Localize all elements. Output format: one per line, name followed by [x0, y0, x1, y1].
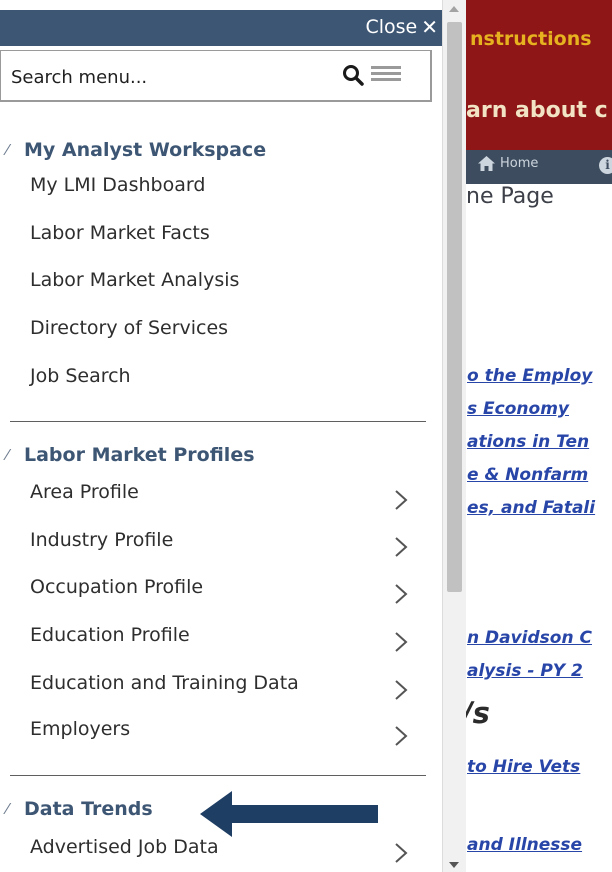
menu-item-employers[interactable]: Employers	[30, 718, 130, 740]
menu-item-occupation-profile[interactable]: Occupation Profile	[30, 576, 203, 598]
nav-home-label: Home	[500, 156, 539, 171]
scroll-up-arrow-icon[interactable]	[449, 6, 459, 12]
chevron-right-icon[interactable]	[391, 581, 411, 607]
search-input[interactable]	[11, 61, 331, 93]
scroll-thumb[interactable]	[447, 22, 462, 592]
section-heading: /s	[462, 696, 490, 730]
hamburger-icon[interactable]	[371, 66, 401, 82]
close-icon: ✕	[421, 15, 438, 39]
menu-item-education-profile[interactable]: Education Profile	[30, 624, 190, 646]
menu-item-labor-market-facts[interactable]: Labor Market Facts	[30, 222, 210, 244]
menu-item-job-search[interactable]: Job Search	[30, 365, 131, 387]
content-link[interactable]: o the Employ	[467, 366, 592, 386]
menu-item-area-profile[interactable]: Area Profile	[30, 481, 139, 503]
scroll-down-arrow-icon[interactable]	[449, 862, 459, 868]
section-data-trends[interactable]: ⁄ Data Trends	[6, 798, 153, 820]
menu-item-advertised-job-data[interactable]: Advertised Job Data	[30, 836, 219, 858]
search-box	[0, 50, 432, 102]
section-title: Labor Market Profiles	[24, 444, 255, 466]
menu-item-education-and-training-data[interactable]: Education and Training Data	[30, 672, 299, 694]
section-title: My Analyst Workspace	[24, 139, 267, 161]
banner-instructions-text[interactable]: nstructions	[470, 28, 592, 50]
content-link[interactable]: to Hire Vets	[467, 757, 580, 777]
content-link[interactable]: n Davidson C	[467, 628, 592, 648]
section-labor-market-profiles[interactable]: ⁄ Labor Market Profiles	[6, 444, 255, 466]
info-icon[interactable]: i	[599, 157, 612, 174]
section-my-analyst-workspace[interactable]: ⁄ My Analyst Workspace	[6, 139, 266, 161]
close-label: Close	[365, 16, 418, 38]
menu-item-directory-of-services[interactable]: Directory of Services	[30, 317, 228, 339]
menu-item-labor-market-analysis[interactable]: Labor Market Analysis	[30, 269, 239, 291]
page-title: ne Page	[466, 184, 554, 209]
content-link[interactable]: ations in Ten	[467, 432, 589, 452]
content-link[interactable]: e & Nonfarm	[467, 465, 588, 485]
chevron-right-icon[interactable]	[391, 534, 411, 560]
home-icon	[478, 156, 495, 171]
divider	[10, 775, 426, 776]
nav-home-link[interactable]: Home	[478, 156, 538, 171]
collapse-icon: ⁄	[6, 800, 9, 818]
chevron-right-icon[interactable]	[391, 487, 411, 513]
annotation-arrow-icon	[200, 791, 378, 837]
chevron-right-icon[interactable]	[391, 723, 411, 749]
side-menu: Close ✕ ⁄ My Analyst Workspace My LMI Da…	[0, 0, 442, 872]
banner-learn-text: arn about c	[466, 98, 608, 123]
collapse-icon: ⁄	[6, 446, 9, 464]
divider	[10, 421, 426, 422]
chevron-right-icon[interactable]	[391, 840, 411, 866]
close-menu-button[interactable]: Close ✕	[365, 16, 438, 38]
chevron-right-icon[interactable]	[391, 629, 411, 655]
content-link[interactable]: es, and Fatali	[467, 498, 595, 518]
collapse-icon: ⁄	[6, 141, 9, 159]
section-title: Data Trends	[24, 798, 153, 820]
content-link[interactable]: s Economy	[467, 399, 569, 419]
menu-item-my-lmi-dashboard[interactable]: My LMI Dashboard	[30, 174, 205, 196]
search-icon[interactable]	[342, 64, 364, 86]
menu-item-industry-profile[interactable]: Industry Profile	[30, 529, 173, 551]
menu-scrollbar[interactable]	[442, 0, 466, 872]
content-link[interactable]: and Illnesse	[467, 835, 582, 855]
chevron-right-icon[interactable]	[391, 677, 411, 703]
content-link[interactable]: alysis - PY 2	[467, 661, 583, 681]
